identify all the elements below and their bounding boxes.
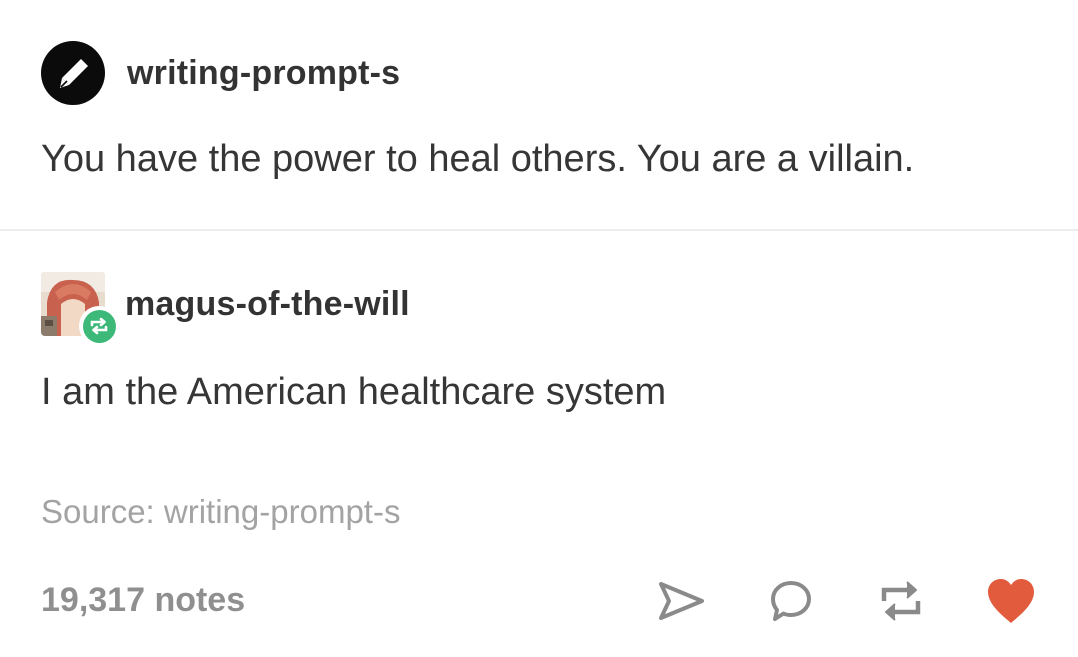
share-button[interactable]	[654, 574, 708, 628]
magus-of-the-will-avatar[interactable]	[41, 272, 119, 346]
source-link[interactable]: writing-prompt-s	[164, 493, 401, 530]
reply-icon	[771, 581, 811, 621]
post-source: Source: writing-prompt-s	[41, 493, 400, 531]
share-icon	[659, 582, 704, 620]
heart-icon	[988, 579, 1034, 623]
reblog-button[interactable]	[874, 574, 928, 628]
reblog-icon	[90, 317, 108, 335]
source-label: Source:	[41, 493, 155, 530]
reblog-badge	[79, 306, 119, 346]
notes-count[interactable]: 19,317 notes	[41, 581, 245, 620]
reblog-header: magus-of-the-will	[41, 272, 410, 346]
reblog-author-name[interactable]: magus-of-the-will	[125, 285, 410, 324]
post-author-name[interactable]: writing-prompt-s	[127, 54, 400, 93]
tumblr-post: writing-prompt-s You have the power to h…	[0, 0, 1078, 657]
original-post-header: writing-prompt-s	[41, 41, 400, 105]
like-button[interactable]	[984, 574, 1038, 628]
post-body-text: You have the power to heal others. You a…	[41, 138, 915, 180]
reblog-icon	[881, 581, 921, 621]
writing-prompt-s-avatar[interactable]	[41, 41, 105, 105]
reply-button[interactable]	[764, 574, 818, 628]
reblog-body-text: I am the American healthcare system	[41, 371, 667, 413]
pen-nib-icon	[60, 59, 88, 88]
reblog-divider	[0, 229, 1078, 231]
